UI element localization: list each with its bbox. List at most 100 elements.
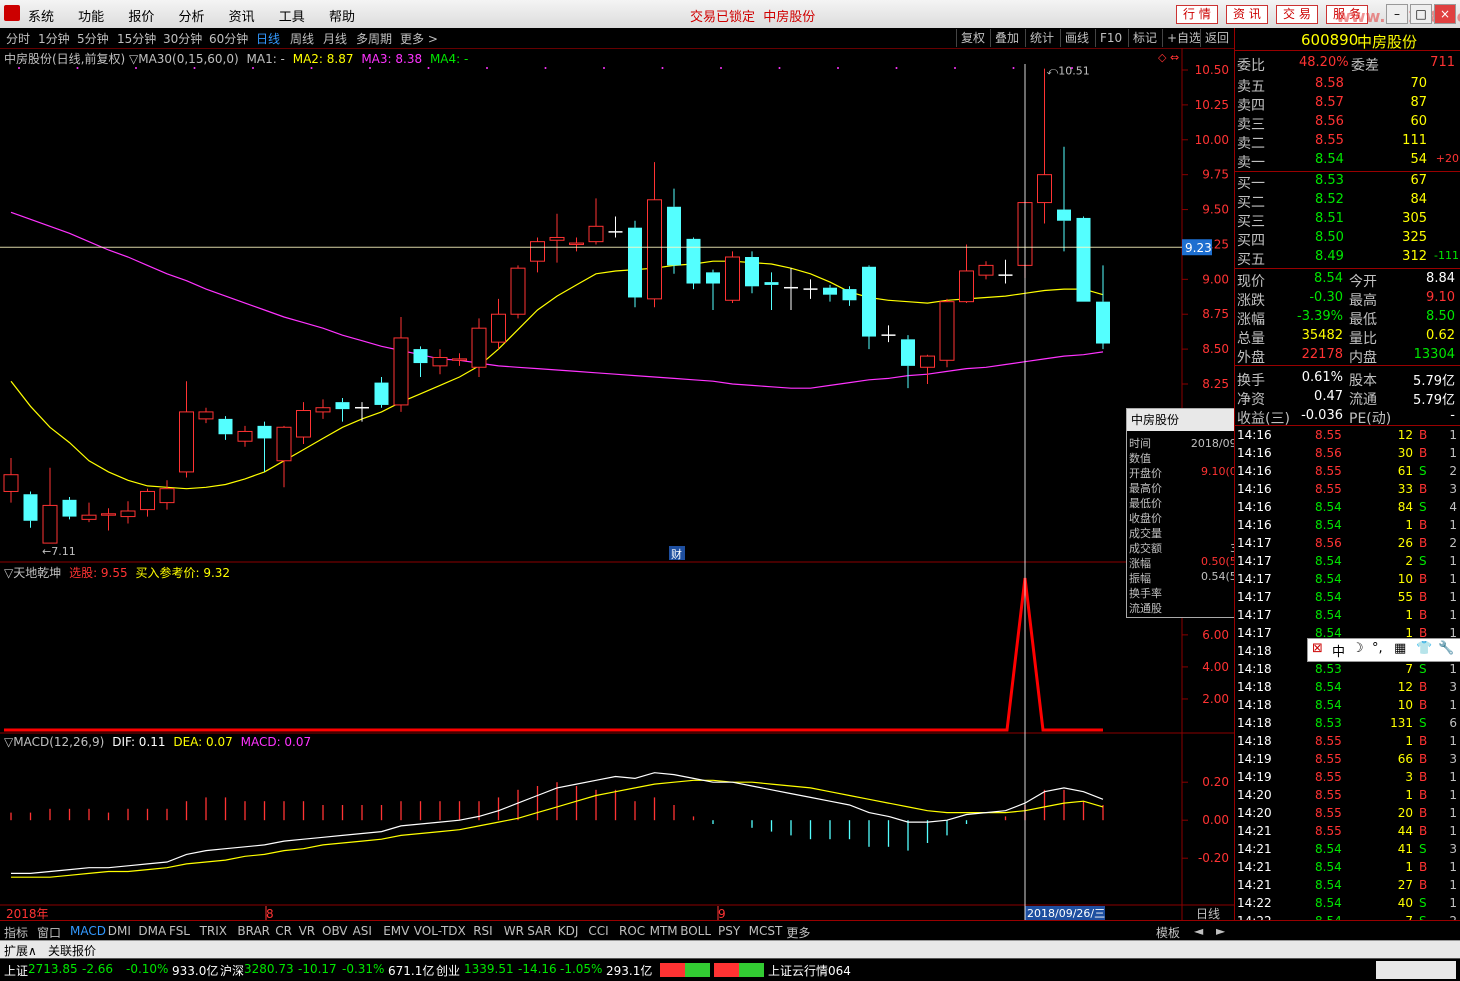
menu-help[interactable]: 帮助 (329, 10, 355, 25)
period-more[interactable]: 更多 > (400, 30, 438, 47)
stat-value: 8.54 (1314, 271, 1343, 286)
close-icon[interactable]: × (1434, 4, 1456, 24)
indicator-tab[interactable]: ROC (619, 924, 645, 938)
indicator-tab[interactable]: CCI (588, 924, 608, 938)
tick-price: 8.54 (1315, 878, 1342, 892)
ime-skin-icon[interactable]: 👕 (1416, 641, 1432, 656)
ask-row[interactable]: 卖四 8.57 87 (1235, 94, 1460, 114)
period-weekly[interactable]: 周线 (290, 30, 314, 47)
tab-market-button[interactable]: 行 情 (1176, 5, 1218, 24)
bid-row[interactable]: 买五 8.49 312 -111 (1235, 248, 1460, 268)
indicator-tab[interactable]: RSI (473, 924, 493, 938)
indicator-tab[interactable]: 指标 (4, 924, 28, 941)
bid-row[interactable]: 买四 8.50 325 (1235, 229, 1460, 249)
period-daily[interactable]: 日线 (256, 30, 280, 47)
bid-row[interactable]: 买一 8.53 67 (1235, 172, 1460, 192)
stat-value: 8.50 (1426, 309, 1455, 324)
template-button[interactable]: 模板 (1156, 924, 1180, 941)
indicator-tab[interactable]: DMA (138, 924, 166, 938)
period-60min[interactable]: 60分钟 (209, 30, 248, 47)
indicator-tab[interactable]: PSY (718, 924, 740, 938)
tick-count: 1 (1449, 878, 1457, 892)
period-5min[interactable]: 5分钟 (77, 30, 109, 47)
tick-count: 1 (1449, 698, 1457, 712)
indicator-tab[interactable]: WR (504, 924, 524, 938)
indicator-tab[interactable]: MACD (70, 924, 106, 938)
tick-row: 14:17 8.56 26 B 2 (1235, 535, 1460, 553)
ime-moon-icon[interactable]: ☽ (1352, 641, 1364, 656)
minimize-icon[interactable]: – (1386, 4, 1408, 24)
indicator-tab[interactable]: KDJ (558, 924, 579, 938)
indicator-tab[interactable]: BOLL (680, 924, 711, 938)
f10-button[interactable]: F10 (1095, 29, 1126, 47)
indicator-tab[interactable]: 更多 (786, 924, 810, 941)
candle-body (3, 474, 19, 492)
scroll-right-icon[interactable]: ► (1216, 924, 1225, 938)
ime-toolbar[interactable]: ⊠ 中 ☽ °, ▦ 👕 🔧 (1307, 638, 1460, 662)
indicator-tab[interactable]: ASI (353, 924, 372, 938)
ask-row[interactable]: 卖一 8.54 54 +20 (1235, 151, 1460, 171)
bid-row[interactable]: 买三 8.51 305 (1235, 210, 1460, 230)
ask-row[interactable]: 卖三 8.56 60 (1235, 113, 1460, 133)
kline-chart[interactable]: 10.5010.2510.009.759.509.259.008.758.508… (0, 48, 1234, 920)
ask-row[interactable]: 卖二 8.55 111 (1235, 132, 1460, 152)
tick-side: B (1419, 734, 1428, 748)
period-1min[interactable]: 1分钟 (38, 30, 70, 47)
macd-name[interactable]: ▽MACD(12,26,9) (4, 735, 104, 749)
ime-settings-icon[interactable]: 🔧 (1438, 641, 1454, 656)
tab-news-button[interactable]: 资 讯 (1226, 5, 1268, 24)
tick-time: 14:21 (1237, 842, 1272, 856)
chart-options-icon[interactable]: ◇ ⇔ (1158, 51, 1179, 64)
bid-row[interactable]: 买二 8.52 84 (1235, 191, 1460, 211)
period-monthly[interactable]: 月线 (323, 30, 347, 47)
period-multi[interactable]: 多周期 (356, 30, 392, 47)
indicator-tab[interactable]: BRAR (237, 924, 270, 938)
period-intraday[interactable]: 分时 (6, 30, 30, 47)
order-label: 卖五 (1237, 79, 1265, 95)
related-quote-button[interactable]: 关联报价 (48, 942, 96, 959)
ime-mode[interactable]: 中 (1332, 641, 1345, 660)
tray-icons[interactable] (1376, 961, 1456, 979)
indicator-tab[interactable]: VOL-TDX (414, 924, 466, 938)
menu-tools[interactable]: 工具 (279, 10, 305, 25)
add-watchlist-button[interactable]: +自选 (1162, 29, 1205, 47)
mark-button[interactable]: 标记 (1128, 29, 1161, 47)
stat-label: 换手 (1237, 373, 1265, 389)
ime-punct-icon[interactable]: °, (1372, 641, 1383, 656)
overlay-button[interactable]: 叠加 (990, 29, 1023, 47)
maximize-icon[interactable]: □ (1410, 4, 1432, 24)
ma-settings-label[interactable]: 中房股份(日线,前复权) ▽MA30(0,15,60,0) (4, 52, 239, 66)
menu-quote[interactable]: 报价 (128, 10, 154, 25)
indicator-tab[interactable]: OBV (322, 924, 348, 938)
expand-button[interactable]: 扩展∧ (4, 942, 37, 959)
indicator-tab[interactable]: VR (299, 924, 316, 938)
ime-keyboard-icon[interactable]: ▦ (1394, 641, 1406, 656)
indicator-tab[interactable]: 窗口 (37, 924, 61, 941)
menu-info[interactable]: 资讯 (229, 10, 255, 25)
indicator-tab[interactable]: EMV (383, 924, 409, 938)
indicator-tab[interactable]: CR (275, 924, 292, 938)
period-15min[interactable]: 15分钟 (117, 30, 156, 47)
indicator1-name[interactable]: ▽天地乾坤 (4, 566, 61, 580)
indicator-tab[interactable]: DMI (108, 924, 131, 938)
period-30min[interactable]: 30分钟 (163, 30, 202, 47)
menu-system[interactable]: 系统 (28, 10, 54, 25)
tick-price: 8.55 (1315, 734, 1342, 748)
sh-percent: -0.10% (126, 962, 169, 976)
stats-button[interactable]: 统计 (1025, 29, 1058, 47)
draw-button[interactable]: 画线 (1060, 29, 1093, 47)
indicator-tab[interactable]: MTM (650, 924, 678, 938)
back-button[interactable]: 返回 (1200, 29, 1233, 47)
ask-row[interactable]: 卖五 8.58 70 (1235, 75, 1460, 95)
indicator-tab[interactable]: FSL (169, 924, 190, 938)
tab-trade-button[interactable]: 交 易 (1276, 5, 1318, 24)
indicator-tab[interactable]: TRIX (200, 924, 227, 938)
popup-row-key: 开盘价 (1129, 467, 1162, 480)
fuquan-button[interactable]: 复权 (956, 29, 989, 47)
menu-function[interactable]: 功能 (78, 10, 104, 25)
scroll-left-icon[interactable]: ◄ (1194, 924, 1203, 938)
hs-label: 沪深 (220, 964, 245, 978)
indicator-tab[interactable]: SAR (527, 924, 551, 938)
menu-analysis[interactable]: 分析 (178, 10, 204, 25)
indicator-tab[interactable]: MCST (749, 924, 783, 938)
